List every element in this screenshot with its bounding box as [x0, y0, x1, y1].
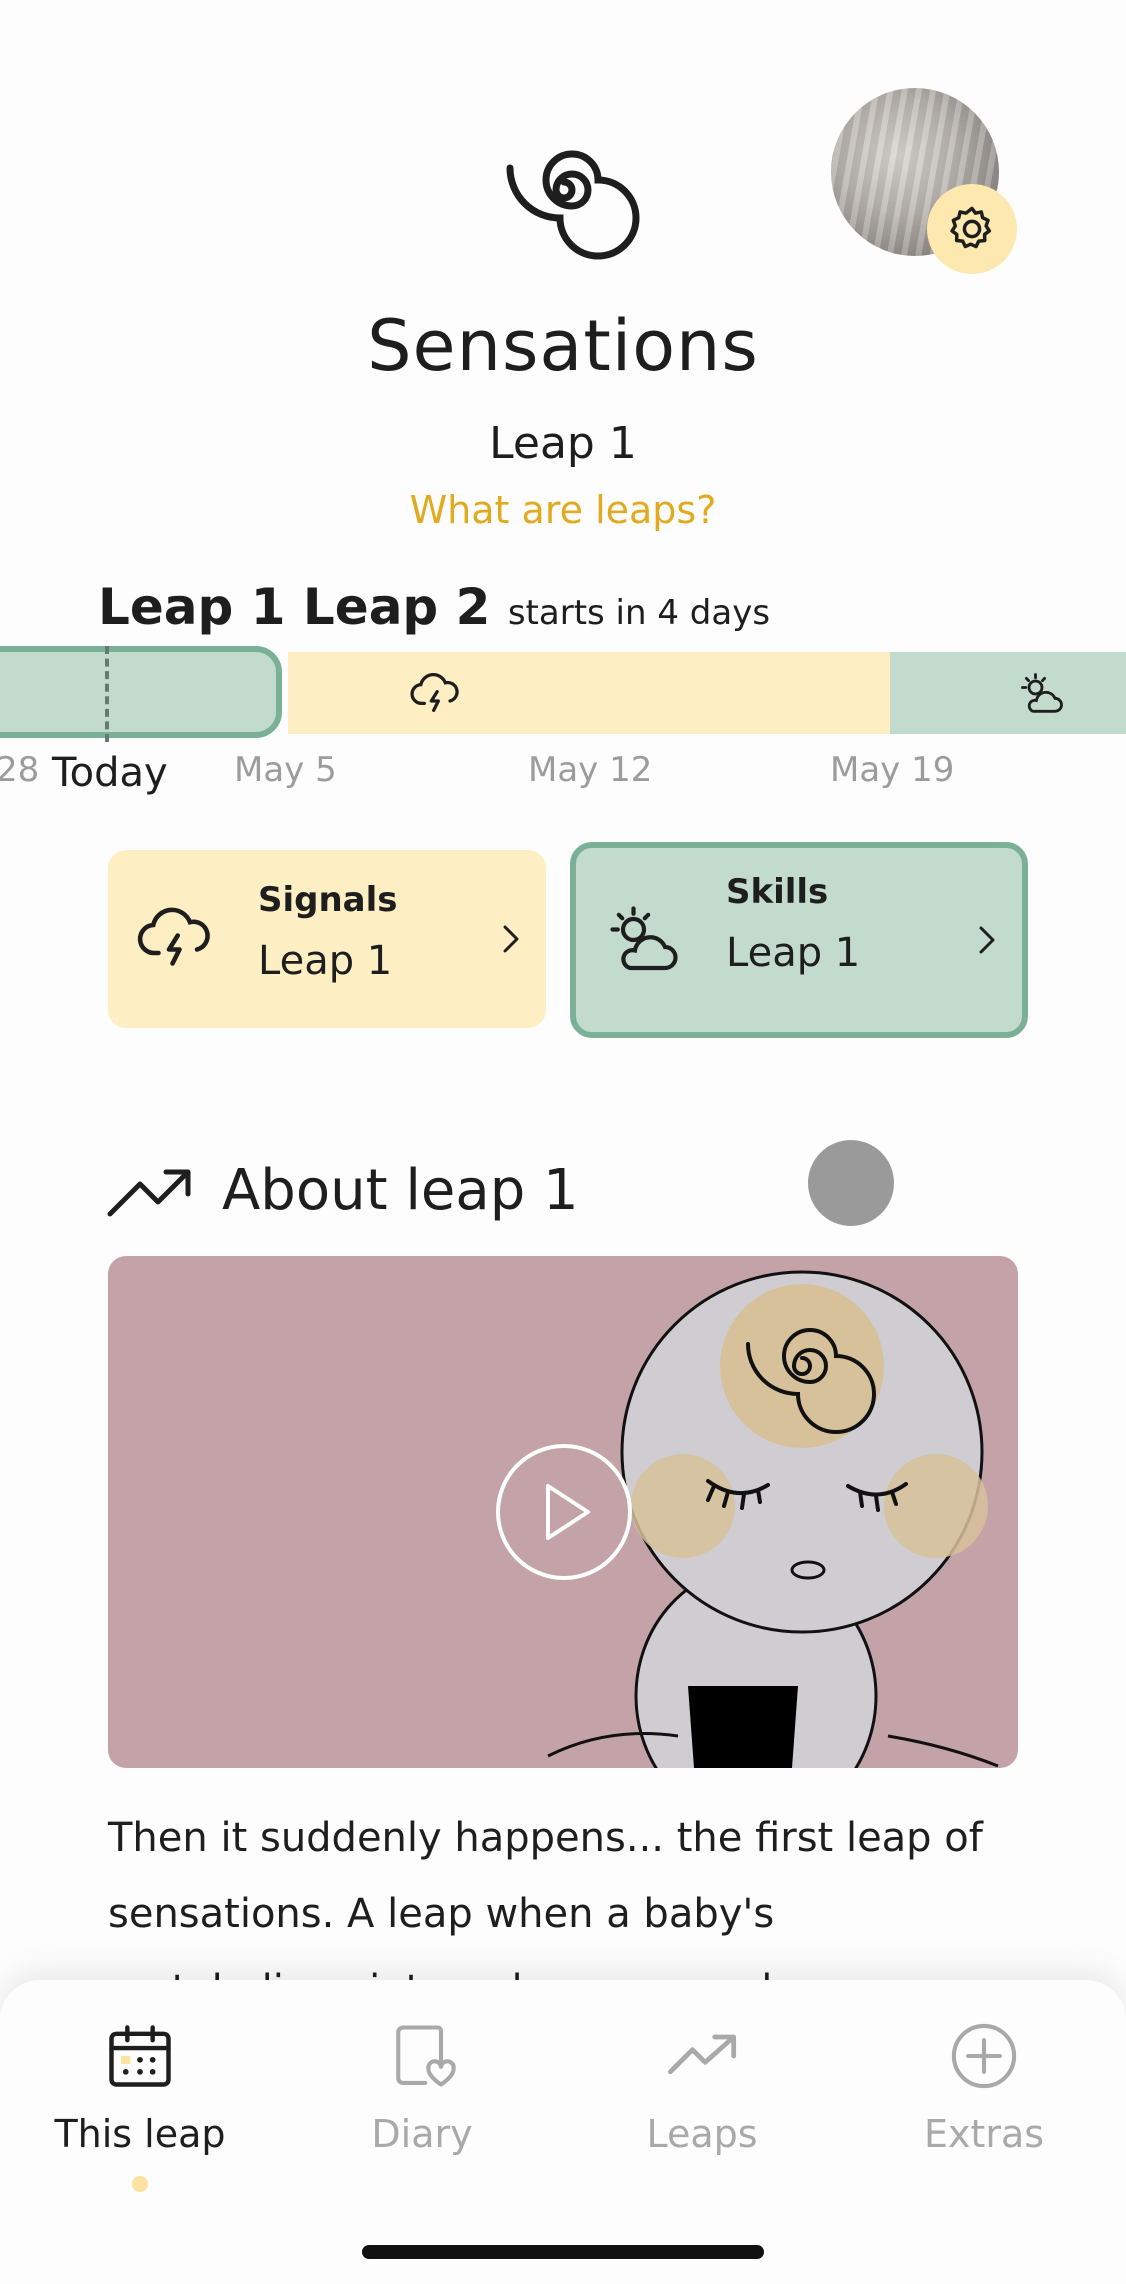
- today-label: Today: [52, 750, 168, 796]
- skills-card-value: Leap 1: [726, 930, 861, 976]
- tab-label: This leap: [54, 2112, 226, 2156]
- play-icon: [496, 1444, 632, 1580]
- play-button[interactable]: [494, 1442, 634, 1586]
- plus-circle-icon: [951, 2023, 1017, 2089]
- settings-button[interactable]: [927, 184, 1017, 274]
- signals-card-label: Signals: [258, 880, 398, 920]
- floating-indicator: [808, 1140, 894, 1226]
- tab-extras[interactable]: Extras: [884, 2018, 1084, 2156]
- home-indicator[interactable]: [362, 2245, 764, 2259]
- timeline-current-leap-segment[interactable]: [0, 646, 282, 738]
- tab-diary[interactable]: Diary: [322, 2018, 522, 2156]
- tab-this-leap[interactable]: This leap: [40, 2018, 240, 2156]
- trend-icon: [667, 2034, 737, 2075]
- active-tab-indicator: [132, 2176, 148, 2192]
- trend-icon: [107, 1169, 191, 1217]
- tab-leaps[interactable]: Leaps: [602, 2018, 802, 2156]
- sun-cloud-icon: [1021, 673, 1063, 713]
- what-are-leaps-link[interactable]: What are leaps?: [0, 488, 1126, 532]
- tab-label: Diary: [371, 2112, 473, 2156]
- about-title: About leap 1: [222, 1158, 579, 1223]
- chevron-right-icon: [979, 926, 995, 954]
- timeline-date: 28: [0, 750, 40, 790]
- storm-cloud-icon: [410, 672, 459, 712]
- timeline-date: May 5: [234, 750, 337, 790]
- current-leap-label: Leap 1: [98, 578, 286, 636]
- timeline-date: May 19: [830, 750, 955, 790]
- video-player[interactable]: [108, 1256, 1018, 1768]
- next-leap-label: Leap 2: [302, 578, 491, 636]
- page-subtitle: Leap 1: [489, 418, 637, 469]
- tab-label: Extras: [923, 2112, 1045, 2156]
- calendar-icon: [109, 2025, 171, 2087]
- today-marker: [105, 646, 109, 742]
- tab-bar: This leap Diary Leaps Extras: [0, 1980, 1126, 2284]
- storm-cloud-icon: [137, 907, 210, 966]
- next-leap-note: starts in 4 days: [507, 593, 771, 633]
- signals-card[interactable]: Signals Leap 1: [108, 850, 546, 1028]
- diary-heart-icon: [396, 2025, 456, 2087]
- tab-label: Leaps: [646, 2112, 758, 2156]
- page-title: Sensations: [367, 305, 759, 387]
- skills-card[interactable]: Skills Leap 1: [570, 842, 1028, 1038]
- leap-labels: Leap 1 Leap 2 starts in 4 days: [98, 578, 770, 636]
- spiral-logo-icon: [506, 150, 640, 260]
- timeline-skills-segment[interactable]: [890, 652, 1126, 734]
- gear-icon: [950, 206, 992, 249]
- signals-card-value: Leap 1: [258, 938, 393, 984]
- skills-card-label: Skills: [726, 872, 829, 912]
- chevron-right-icon: [503, 925, 519, 953]
- timeline-date: May 12: [528, 750, 653, 790]
- timeline-signals-segment[interactable]: [288, 652, 890, 734]
- sun-cloud-icon: [610, 906, 678, 971]
